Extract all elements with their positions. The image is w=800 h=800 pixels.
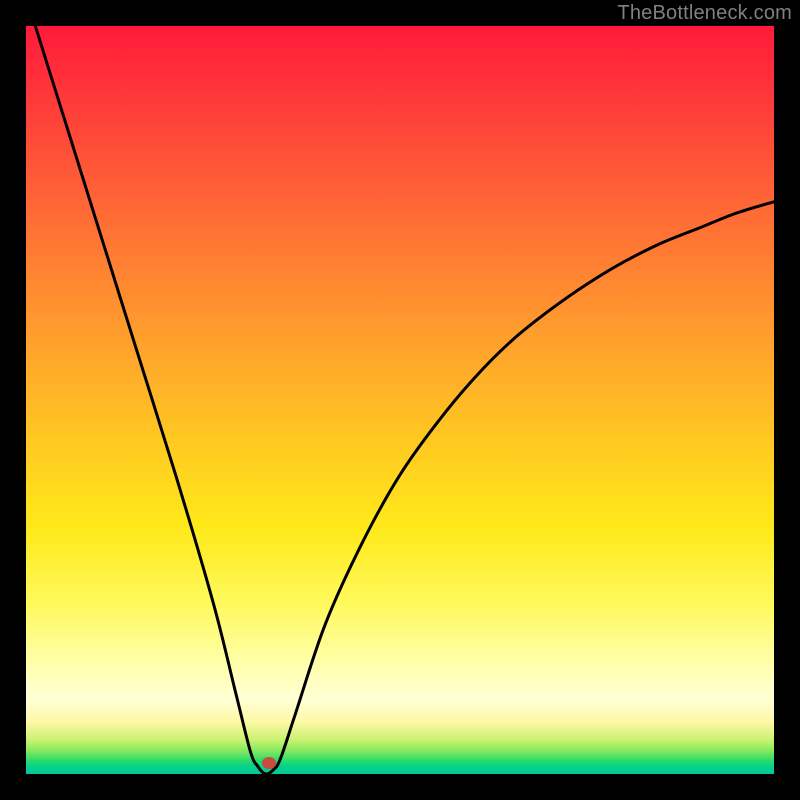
plot-area xyxy=(26,26,774,774)
chart-frame: TheBottleneck.com xyxy=(0,0,800,800)
curve-svg xyxy=(26,26,774,774)
optimum-marker-icon xyxy=(262,757,276,769)
watermark-text: TheBottleneck.com xyxy=(617,2,792,25)
bottleneck-curve-path xyxy=(26,26,774,774)
